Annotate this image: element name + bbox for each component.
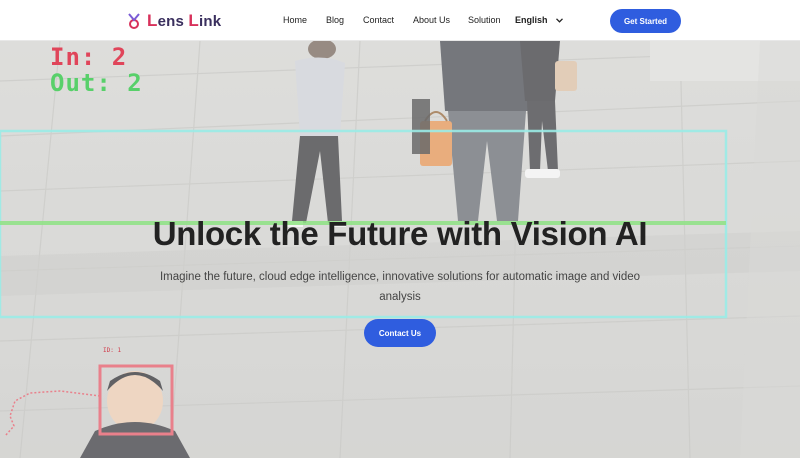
brand-name: Lens Link <box>147 11 222 30</box>
nav-link-contact[interactable]: Contact <box>363 15 394 25</box>
nav-link-about-us[interactable]: About Us <box>413 15 450 25</box>
nav-link-blog[interactable]: Blog <box>326 15 344 25</box>
language-selector[interactable]: English <box>515 15 563 25</box>
hero-content: Unlock the Future with Vision AI Imagine… <box>0 41 800 458</box>
brand-logo[interactable]: Lens Link <box>127 11 221 31</box>
hero-subtitle: Imagine the future, cloud edge intellige… <box>159 271 641 303</box>
hero-title: Unlock the Future with Vision AI <box>152 215 648 252</box>
hero-section: In: 2 Out: 2 ID: 1 Unlock the Future wit… <box>0 41 800 458</box>
language-label: English <box>515 15 548 25</box>
contact-us-button[interactable]: Contact Us <box>364 319 436 347</box>
get-started-button[interactable]: Get Started <box>610 9 681 33</box>
logo-mark-icon <box>128 13 140 29</box>
chevron-down-icon <box>555 17 563 23</box>
navbar: Lens Link Home Blog Contact About Us Sol… <box>0 0 800 41</box>
nav-link-solution[interactable]: Solution <box>468 15 501 25</box>
nav-link-home[interactable]: Home <box>283 15 307 25</box>
